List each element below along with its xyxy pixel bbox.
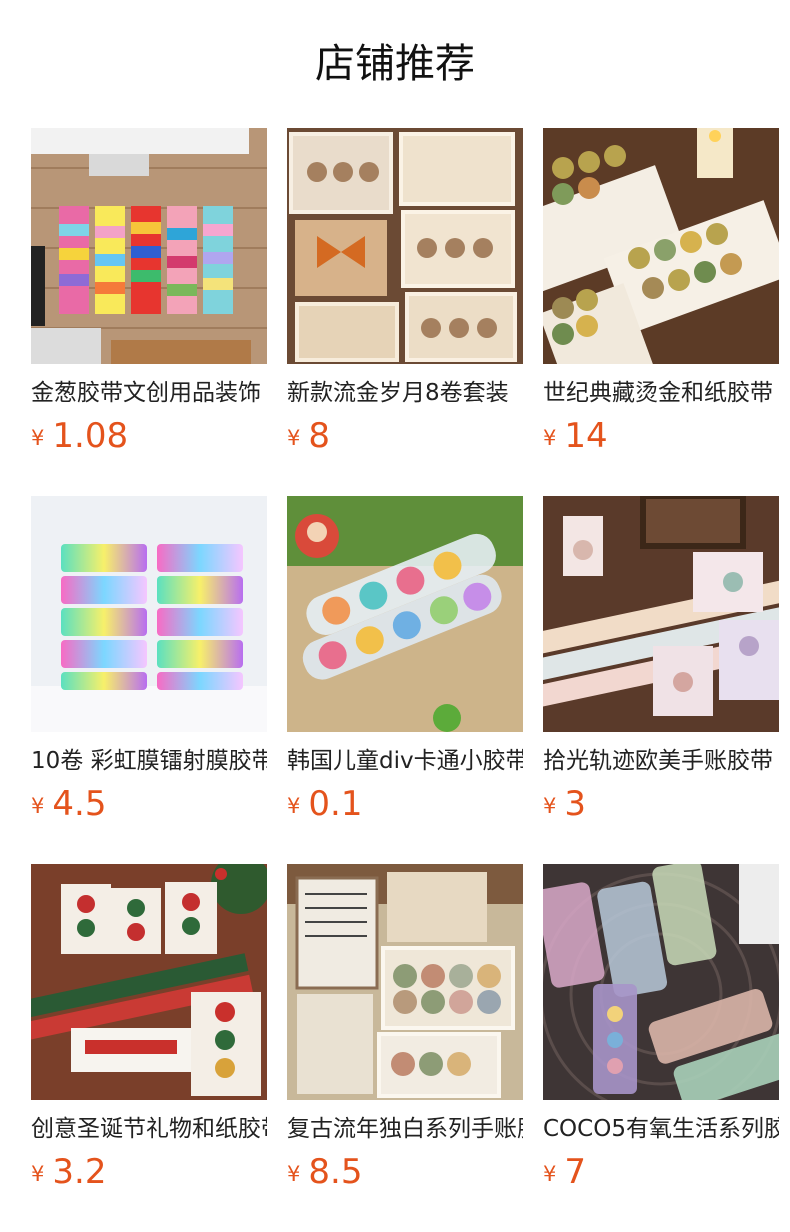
product-image[interactable] bbox=[543, 864, 779, 1100]
product-grid: 金葱胶带文创用品装饰 ¥1.08 新款流金岁月8卷套装 ¥ 8 世纪典藏烫金和纸… bbox=[31, 128, 790, 1192]
product-image[interactable] bbox=[543, 496, 779, 732]
product-image[interactable] bbox=[543, 128, 779, 364]
product-price: ¥8.5 bbox=[287, 1152, 523, 1194]
product-image[interactable] bbox=[287, 864, 523, 1100]
product-name[interactable]: 创意圣诞节礼物和纸胶带 bbox=[31, 1112, 267, 1146]
price-value: 3 bbox=[564, 784, 587, 824]
currency-symbol: ¥ bbox=[31, 426, 45, 450]
price-value: 8 bbox=[308, 416, 331, 456]
price-value: 4.5 bbox=[52, 784, 107, 824]
product-name[interactable]: 韩国儿童div卡通小胶带 bbox=[287, 744, 523, 778]
product-name[interactable]: 复古流年独白系列手账胶带 bbox=[287, 1112, 523, 1146]
product-price: ¥4.5 bbox=[31, 784, 267, 826]
currency-symbol: ¥ bbox=[543, 1162, 557, 1186]
product-name[interactable]: 拾光轨迹欧美手账胶带 bbox=[543, 744, 779, 778]
currency-symbol: ¥ bbox=[287, 794, 301, 818]
price-value: 7 bbox=[564, 1152, 587, 1192]
product-image[interactable] bbox=[31, 496, 267, 732]
product-card[interactable]: COCO5有氧生活系列胶带 ¥7 bbox=[543, 864, 779, 1192]
product-name[interactable]: 新款流金岁月8卷套装 bbox=[287, 376, 523, 410]
price-value: 8.5 bbox=[308, 1152, 363, 1192]
product-name[interactable]: 金葱胶带文创用品装饰 bbox=[31, 376, 267, 410]
product-price: ¥3 bbox=[543, 784, 779, 826]
product-image[interactable] bbox=[31, 128, 267, 364]
currency-symbol: ¥ bbox=[31, 1162, 45, 1186]
price-value: 0.1 bbox=[308, 784, 363, 824]
product-price: ¥0.1 bbox=[287, 784, 523, 826]
product-card[interactable]: 韩国儿童div卡通小胶带 ¥0.1 bbox=[287, 496, 523, 824]
product-price: ¥7 bbox=[543, 1152, 779, 1194]
product-name[interactable]: 世纪典藏烫金和纸胶带 bbox=[543, 376, 779, 410]
product-card[interactable]: 世纪典藏烫金和纸胶带 ¥14 bbox=[543, 128, 779, 456]
product-name[interactable]: COCO5有氧生活系列胶带 bbox=[543, 1112, 779, 1146]
product-image[interactable] bbox=[287, 128, 523, 364]
product-image[interactable] bbox=[287, 496, 523, 732]
currency-symbol: ¥ bbox=[287, 1162, 301, 1186]
product-image[interactable] bbox=[31, 864, 267, 1100]
currency-symbol: ¥ bbox=[543, 426, 557, 450]
product-price: ¥1.08 bbox=[31, 416, 267, 458]
product-price: ¥8 bbox=[287, 416, 523, 458]
price-value: 3.2 bbox=[52, 1152, 107, 1192]
product-card[interactable]: 创意圣诞节礼物和纸胶带 ¥3.2 bbox=[31, 864, 267, 1192]
product-name[interactable]: 10卷 彩虹膜镭射膜胶带 bbox=[31, 744, 267, 778]
currency-symbol: ¥ bbox=[543, 794, 557, 818]
product-card[interactable]: 新款流金岁月8卷套装 ¥8 bbox=[287, 128, 523, 456]
product-price: ¥14 bbox=[543, 416, 779, 458]
product-card[interactable]: 金葱胶带文创用品装饰 ¥1.08 bbox=[31, 128, 267, 456]
section-title: 店铺推荐 bbox=[315, 41, 475, 87]
currency-symbol: ¥ bbox=[287, 426, 301, 450]
product-card[interactable]: 拾光轨迹欧美手账胶带 ¥3 bbox=[543, 496, 779, 824]
product-card[interactable]: 10卷 彩虹膜镭射膜胶带 ¥4.5 bbox=[31, 496, 267, 824]
price-value: 14 bbox=[564, 416, 608, 456]
currency-symbol: ¥ bbox=[31, 794, 45, 818]
recommend-section: 店铺推荐 金葱胶带文创用品装饰 ¥ 1.08 新款流金岁月8卷套装 ¥ 8 世纪… bbox=[0, 0, 790, 1232]
product-card[interactable]: 复古流年独白系列手账胶带 ¥8.5 bbox=[287, 864, 523, 1192]
product-price: ¥3.2 bbox=[31, 1152, 267, 1194]
price-value: 1.08 bbox=[52, 416, 129, 456]
